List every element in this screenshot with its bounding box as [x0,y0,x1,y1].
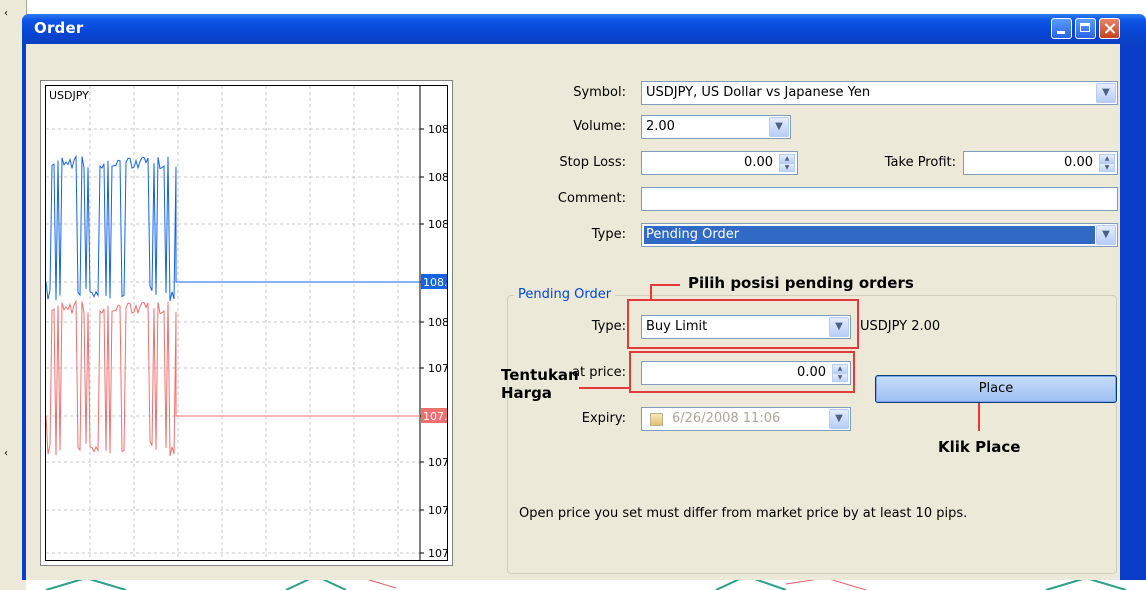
title-bar[interactable]: Order [22,14,1146,44]
maximize-button[interactable] [1075,18,1096,39]
annotation-click-place: Klik Place [938,438,1021,456]
comment-input[interactable] [641,187,1118,211]
takeprofit-field[interactable]: 0.00 ▲ ▼ [963,151,1118,175]
tick-label: 108.06 [428,171,447,184]
annotation-line [579,387,631,389]
symbol-label: Symbol: [573,85,626,100]
spin-up-icon[interactable]: ▲ [779,154,795,163]
spin-down-icon[interactable]: ▼ [1099,163,1115,172]
stoploss-field[interactable]: 0.00 ▲ ▼ [641,151,798,175]
spin-down-icon[interactable]: ▼ [779,163,795,172]
symbol-volume-info: USDJPY 2.00 [860,319,941,334]
highlight-price [629,351,855,393]
expiry-field[interactable]: 6/26/2008 11:06 ▼ [641,407,851,431]
spin-up-icon[interactable]: ▲ [1099,154,1115,163]
bid-price-label: 108.02 [423,276,447,289]
pending-order-group-title: Pending Order [514,287,616,302]
takeprofit-spinner[interactable]: ▲ ▼ [1099,154,1115,172]
annotation-set-price: Tentukan [501,366,579,384]
minimize-button[interactable] [1051,18,1072,39]
stoploss-label: Stop Loss: [559,155,626,170]
bid-series-line [46,154,420,302]
tick-label: 108.01 [428,316,447,329]
symbol-select[interactable]: USDJPY, US Dollar vs Japanese Yen ▼ [641,81,1118,105]
annotation-pick-pending: Pilih posisi pending orders [688,274,914,292]
expiry-value: 6/26/2008 11:06 [672,411,781,426]
tick-label: 108.04 [428,218,447,231]
expiry-checkbox[interactable] [650,413,663,426]
volume-select[interactable]: 2.00 ▼ [641,115,791,139]
volume-label: Volume: [573,119,626,134]
tick-label: 108.07 [428,123,447,136]
dialog-client-area: USDJPY 108.07108.06108.04108.02108.01107… [26,44,1120,580]
pips-note: Open price you set must differ from mark… [519,506,968,521]
annotation-set-price-line2: Harga [501,384,552,402]
tick-label: 107.95 [428,456,447,469]
ask-price-label: 107.97 [423,410,447,423]
chevron-down-icon[interactable]: ▼ [1096,83,1116,103]
comment-label: Comment: [557,191,626,206]
tick-label: 107.94 [428,504,447,517]
symbol-value: USDJPY, US Dollar vs Japanese Yen [646,85,871,100]
scroll-left-icon: ‹ [4,448,8,459]
scroll-left-icon: ‹ [4,8,8,19]
annotation-line [650,284,652,300]
order-type-value: Pending Order [644,226,1095,244]
takeprofit-label: Take Profit: [884,155,956,170]
window-title: Order [34,19,84,37]
chevron-down-icon[interactable]: ▼ [1096,225,1116,245]
chart-plot-area: USDJPY 108.07108.06108.04108.02108.01107… [45,85,448,561]
annotation-line [978,403,980,431]
stoploss-spinner[interactable]: ▲ ▼ [779,154,795,172]
tick-label: 107.99 [428,362,447,375]
order-dialog: Order USDJPY 108.07108.06108.04108.02108… [22,14,1146,580]
price-chart: USDJPY 108.07108.06108.04108.02108.01107… [40,80,453,566]
pending-type-label: Type: [591,319,626,334]
order-type-select[interactable]: Pending Order ▼ [641,223,1118,247]
ask-series-line [46,299,420,457]
tick-label: 107.92 [428,547,447,560]
highlight-pending-type [627,299,859,349]
chevron-down-icon[interactable]: ▼ [829,409,849,429]
chart-svg: 108.07 108.06 108.04 108.02 108.01 107.99 107.… [46,86,447,560]
takeprofit-value: 0.00 [1064,155,1093,170]
chevron-down-icon[interactable]: ▼ [769,117,789,137]
stoploss-value: 0.00 [744,155,773,170]
close-button[interactable] [1099,18,1120,39]
volume-value: 2.00 [646,119,675,134]
annotation-line [650,284,680,286]
expiry-label: Expiry: [581,411,626,426]
type-label: Type: [591,227,626,242]
place-button[interactable]: Place [875,375,1117,403]
